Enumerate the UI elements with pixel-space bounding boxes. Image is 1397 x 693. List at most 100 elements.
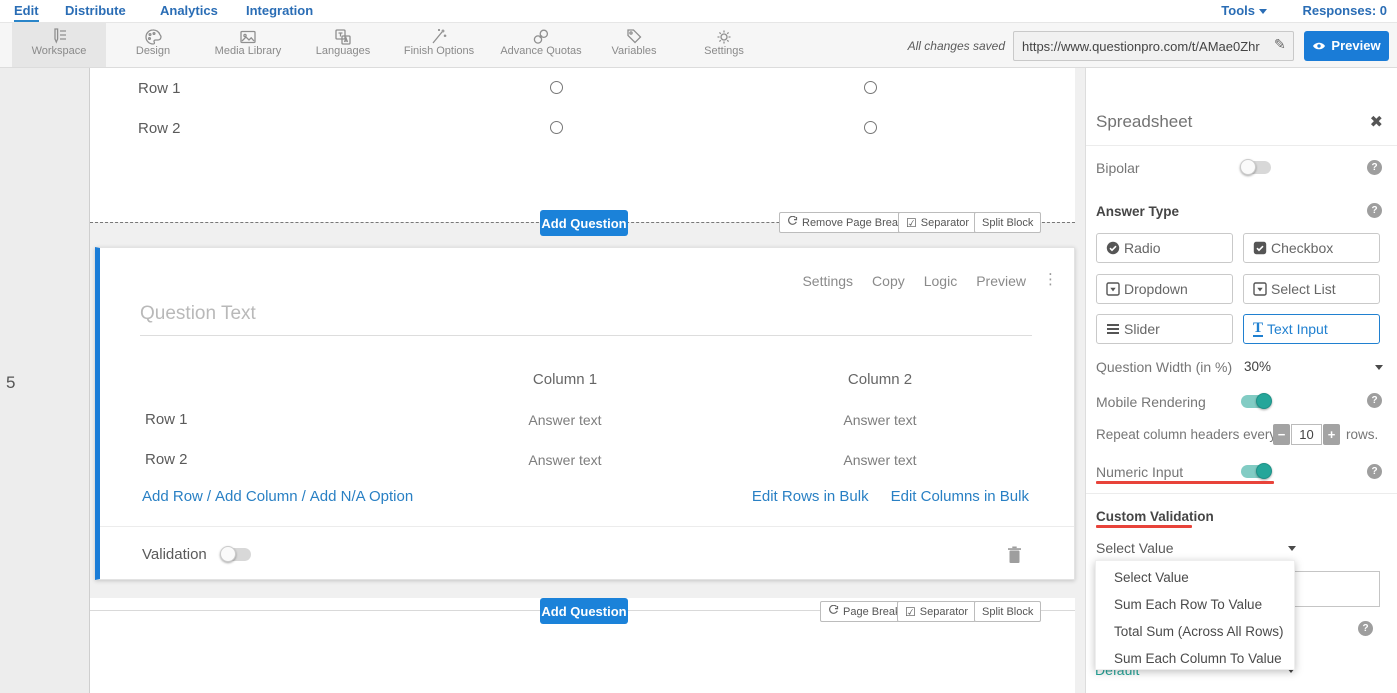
nav-distribute[interactable]: Distribute [65,3,126,18]
validation-select[interactable]: Select Value [1096,540,1174,556]
answer-type-slider[interactable]: Slider [1096,314,1233,344]
radio-option[interactable] [864,121,877,134]
answer-cell[interactable]: Answer text [800,452,960,468]
increment-button[interactable]: + [1323,424,1340,445]
bipolar-label: Bipolar [1096,160,1140,176]
add-question-button[interactable]: Add Question [540,598,628,624]
answer-type-label-text: Text Input [1267,321,1328,337]
answer-cell[interactable]: Answer text [485,412,645,428]
menu-item-sum-each-column[interactable]: Sum Each Column To Value [1114,651,1282,666]
repeat-rows-input[interactable] [1291,424,1322,445]
menu-item-sum-each-row[interactable]: Sum Each Row To Value [1114,597,1262,612]
answer-type-select-list[interactable]: Select List [1243,274,1380,304]
left-gutter: 5 [0,68,90,693]
tab-languages[interactable]: Languages [305,23,381,67]
edit-columns-bulk-link[interactable]: Edit Columns in Bulk [891,488,1029,505]
row-label[interactable]: Row 1 [145,411,188,428]
split-block-button[interactable]: Split Block [974,601,1041,622]
radio-option[interactable] [864,81,877,94]
bipolar-help-icon[interactable] [1367,160,1382,175]
editor-toolbar: Workspace Design Media Library Languages… [0,22,1397,68]
tab-advance-quotas[interactable]: Advance Quotas [492,23,590,67]
tab-label: Design [115,45,191,57]
repeat-headers-label: Repeat column headers every [1096,427,1276,442]
gear-icon [686,23,762,47]
survey-url-input[interactable] [1013,31,1294,61]
tab-media-library[interactable]: Media Library [203,23,293,67]
question-copy-link[interactable]: Copy [872,273,905,289]
bulk-edit-links: Edit Rows in Bulk Edit Columns in Bulk [752,488,1029,505]
remove-page-break-button[interactable]: Remove Page Break [779,212,912,233]
delete-question-icon[interactable] [1007,546,1022,569]
decrement-button[interactable]: − [1273,424,1290,445]
tools-menu[interactable]: Tools [1221,3,1267,18]
validation-row: Validation [142,546,251,563]
responses-count[interactable]: Responses: 0 [1302,3,1387,18]
question-width-value[interactable]: 30% [1244,359,1271,374]
validation-toggle[interactable] [221,548,251,561]
tab-finish-options[interactable]: Finish Options [393,23,485,67]
text-input-icon: T [1253,322,1263,337]
close-icon[interactable]: ✖ [1370,112,1383,132]
preview-button[interactable]: Preview [1304,31,1389,61]
question-text-input[interactable]: Question Text [140,303,1032,336]
toggle-knob [1256,393,1272,409]
answer-type-dropdown[interactable]: Dropdown [1096,274,1233,304]
answer-type-label-text: Dropdown [1124,281,1188,297]
tab-design[interactable]: Design [115,23,191,67]
nav-integration[interactable]: Integration [246,3,313,18]
separator-button[interactable]: Separator [897,601,976,622]
numeric-input-label: Numeric Input [1096,464,1183,480]
answer-type-radio[interactable]: Radio [1096,233,1233,263]
edit-rows-bulk-link[interactable]: Edit Rows in Bulk [752,488,869,505]
tab-workspace[interactable]: Workspace [12,23,106,67]
bipolar-toggle[interactable] [1241,161,1271,174]
mobile-rendering-label: Mobile Rendering [1096,394,1206,410]
answer-type-text-input[interactable]: T Text Input [1243,314,1380,344]
caret-down-icon[interactable] [1288,546,1296,551]
answer-type-help-icon[interactable] [1367,203,1382,218]
mobile-rendering-help-icon[interactable] [1367,393,1382,408]
column-header[interactable]: Column 2 [800,371,960,388]
question-number: 5 [6,373,15,393]
add-na-option-link[interactable]: Add N/A Option [310,488,413,505]
panel-title: Spreadsheet [1096,112,1192,132]
question-settings-link[interactable]: Settings [802,273,853,289]
radio-option[interactable] [550,121,563,134]
nav-edit[interactable]: Edit [14,3,39,22]
mobile-rendering-toggle[interactable] [1241,395,1271,408]
link-separator: / [298,488,310,505]
annotation-underline [1096,525,1192,528]
answer-cell[interactable]: Answer text [485,452,645,468]
menu-item-select-value[interactable]: Select Value [1114,570,1189,585]
caret-down-icon[interactable] [1375,365,1383,370]
validation-help-icon[interactable] [1358,621,1373,636]
numeric-input-help-icon[interactable] [1367,464,1382,479]
column-header[interactable]: Column 1 [485,371,645,388]
question-preview-link[interactable]: Preview [976,273,1026,289]
question-logic-link[interactable]: Logic [924,273,957,289]
row-label[interactable]: Row 2 [145,451,188,468]
tab-variables[interactable]: Variables [596,23,672,67]
menu-item-total-sum[interactable]: Total Sum (Across All Rows) [1114,624,1284,639]
split-block-button[interactable]: Split Block [974,212,1041,233]
chain-links-icon [492,23,590,47]
tools-label: Tools [1221,3,1255,18]
button-label: Split Block [982,606,1033,618]
page-break-button[interactable]: Page Break [820,601,908,622]
add-question-button[interactable]: Add Question [540,210,628,236]
add-row-link[interactable]: Add Row [142,488,203,505]
answer-cell[interactable]: Answer text [800,412,960,428]
tab-label: Languages [305,45,381,57]
numeric-input-toggle[interactable] [1241,465,1271,478]
kebab-menu-icon[interactable]: ⋮ [1043,270,1058,288]
separator-button[interactable]: Separator [898,212,977,233]
nav-analytics[interactable]: Analytics [160,3,218,18]
radio-option[interactable] [550,81,563,94]
answer-type-checkbox[interactable]: Checkbox [1243,233,1380,263]
tab-label: Advance Quotas [492,45,590,57]
tab-settings[interactable]: Settings [686,23,762,67]
top-nav: Edit Distribute Analytics Integration To… [0,0,1397,22]
add-column-link[interactable]: Add Column [215,488,298,505]
edit-url-icon[interactable]: ✎ [1274,36,1286,53]
